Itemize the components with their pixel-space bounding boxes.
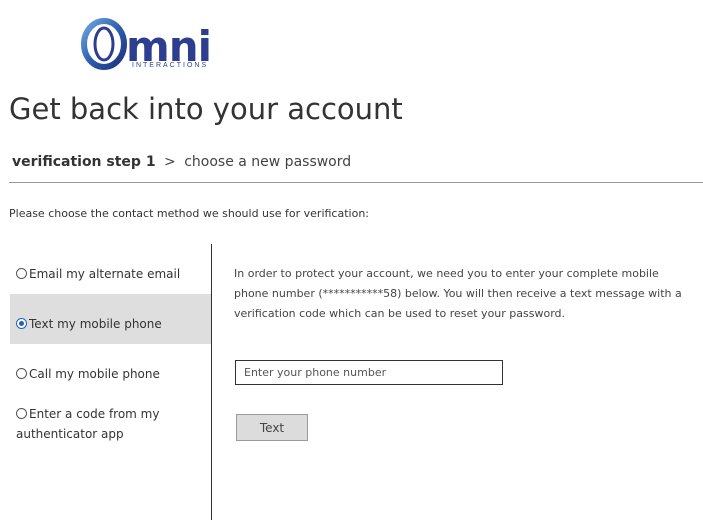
method-label: Enter a code from my authenticator app [16,407,160,441]
radio-button-icon[interactable] [16,268,27,279]
instruction-text: Please choose the contact method we shou… [9,207,369,220]
page-title: Get back into your account [9,92,403,126]
method-call-mobile[interactable]: Call my mobile phone [10,344,211,394]
next-step: choose a new password [184,154,352,170]
method-label: Text my mobile phone [29,317,162,331]
method-authenticator-code[interactable]: Enter a code from my authenticator app [10,394,211,484]
method-text-mobile[interactable]: Text my mobile phone [10,294,211,344]
contact-method-list: Email my alternate email Text my mobile … [10,244,211,484]
radio-button-checked-icon[interactable] [16,318,27,329]
logo-subtitle: INTERACTIONS [132,62,209,69]
phone-number-input[interactable] [235,360,503,385]
radio-button-icon[interactable] [16,408,27,419]
radio-button-icon[interactable] [16,368,27,379]
step-separator: > [164,154,176,170]
column-divider [211,244,212,520]
verification-description: In order to protect your account, we nee… [234,267,682,320]
omni-o-emblem-icon [81,18,127,70]
header-divider [9,182,703,183]
current-step: verification step 1 [12,154,156,170]
breadcrumb: verification step 1 > choose a new passw… [12,154,351,170]
omni-logo: mni INTERACTIONS [80,14,220,76]
text-button[interactable]: Text [236,414,308,441]
method-label: Call my mobile phone [29,367,160,381]
method-label: Email my alternate email [29,267,181,281]
method-email-alternate[interactable]: Email my alternate email [10,244,211,294]
